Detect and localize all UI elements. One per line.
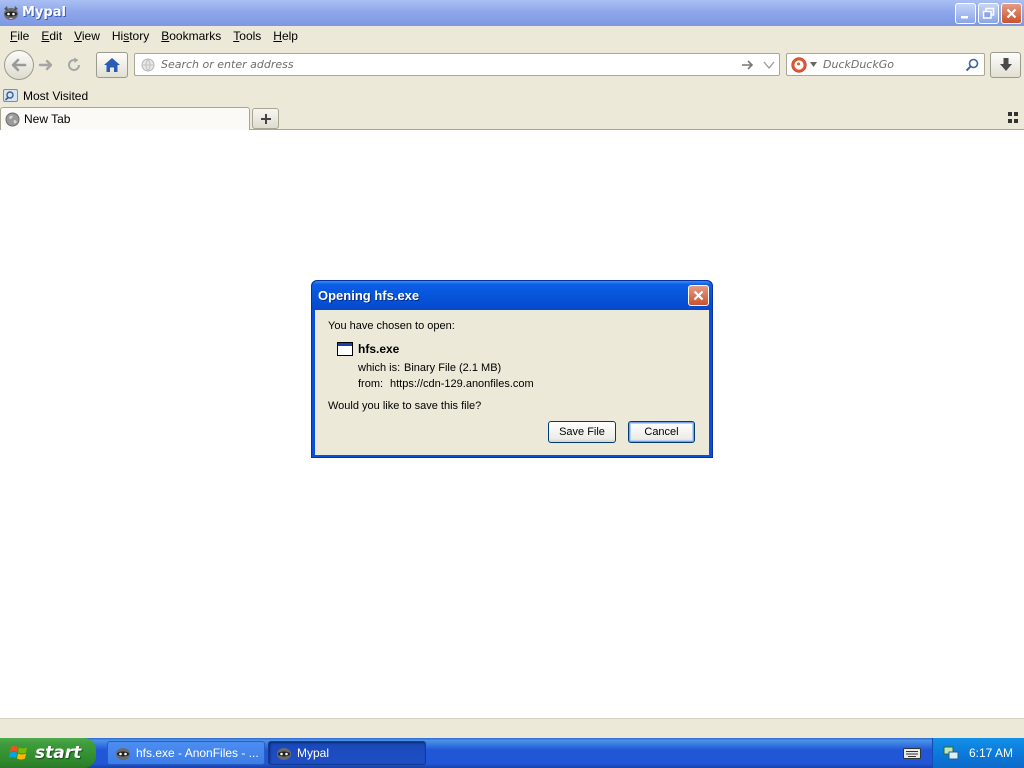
mypal-raccoon-icon xyxy=(277,748,291,760)
search-input[interactable] xyxy=(823,56,961,73)
grid-dot xyxy=(1008,112,1012,116)
dialog-intro: You have chosen to open: xyxy=(328,320,455,332)
menu-tools[interactable]: Tools xyxy=(227,29,267,43)
home-button[interactable] xyxy=(96,52,128,78)
dialog-title: Opening hfs.exe xyxy=(318,288,420,303)
tab-new-tab[interactable]: New Tab xyxy=(0,107,250,130)
network-icon[interactable] xyxy=(943,745,959,761)
taskbar: start hfs.exe - AnonFiles - ... Mypal 6:… xyxy=(0,738,1024,768)
download-dialog: Opening hfs.exe You have chosen to open:… xyxy=(311,280,713,458)
bookmark-label: Most Visited xyxy=(23,88,89,103)
mypal-raccoon-icon xyxy=(116,748,130,760)
menu-history[interactable]: History xyxy=(106,29,155,43)
search-bar[interactable] xyxy=(786,53,985,76)
go-arrow-icon[interactable] xyxy=(741,58,755,72)
new-tab-button[interactable] xyxy=(252,108,279,129)
tab-label: New Tab xyxy=(24,112,71,126)
taskbar-item-label: hfs.exe - AnonFiles - ... xyxy=(136,746,259,760)
file-type-label: which is: xyxy=(358,362,401,374)
reload-button[interactable] xyxy=(64,55,84,75)
bookmarks-toolbar: Most Visited xyxy=(0,84,1024,106)
taskbar-item-mypal[interactable]: Mypal xyxy=(268,741,426,765)
downloads-button[interactable] xyxy=(990,52,1021,78)
file-name: hfs.exe xyxy=(358,342,400,356)
reload-icon xyxy=(68,57,80,71)
duckduckgo-icon[interactable] xyxy=(791,57,807,73)
keyboard-icon[interactable] xyxy=(903,746,921,760)
download-arrow-icon xyxy=(999,58,1012,71)
minimize-button[interactable] xyxy=(955,3,976,24)
dialog-body: You have chosen to open: hfs.exe which i… xyxy=(315,310,709,455)
windows-flag-icon xyxy=(9,746,27,760)
menu-bookmarks[interactable]: Bookmarks xyxy=(155,29,227,43)
back-button[interactable] xyxy=(4,50,34,80)
back-forward-group xyxy=(4,50,60,80)
cancel-button[interactable]: Cancel xyxy=(628,421,695,443)
forward-button[interactable] xyxy=(34,55,58,75)
restore-icon xyxy=(982,7,995,19)
system-tray: 6:17 AM xyxy=(932,738,1024,768)
address-input[interactable] xyxy=(161,56,721,73)
grid-dot xyxy=(1014,119,1018,123)
tab-list-button[interactable] xyxy=(1008,112,1020,124)
menu-bar: File Edit View History Bookmarks Tools H… xyxy=(0,26,1024,46)
clock: 6:17 AM xyxy=(969,746,1014,760)
taskbar-item-anonfiles[interactable]: hfs.exe - AnonFiles - ... xyxy=(107,741,265,765)
file-type-value: Binary File (2.1 MB) xyxy=(404,362,502,374)
restore-button[interactable] xyxy=(978,3,999,24)
forward-arrow-icon xyxy=(38,59,53,71)
back-arrow-icon xyxy=(11,58,27,72)
status-bar xyxy=(0,718,1024,738)
plus-icon xyxy=(260,113,271,124)
menu-view[interactable]: View xyxy=(68,29,106,43)
minimize-icon xyxy=(961,16,968,19)
dialog-close-button[interactable] xyxy=(688,285,709,306)
address-bar[interactable] xyxy=(134,53,780,76)
start-label: start xyxy=(35,743,82,763)
mypal-raccoon-icon xyxy=(4,6,18,20)
most-visited-folder-icon xyxy=(3,89,18,102)
home-icon xyxy=(104,58,120,72)
globe-icon xyxy=(141,58,155,72)
close-icon xyxy=(693,290,704,301)
file-source-value: https://cdn-129.anonfiles.com xyxy=(390,378,534,390)
title-bar: Mypal xyxy=(0,0,1024,26)
executable-file-icon xyxy=(337,342,353,356)
start-button[interactable]: start xyxy=(0,738,96,768)
menu-file[interactable]: File xyxy=(4,29,35,43)
menu-help[interactable]: Help xyxy=(267,29,304,43)
tab-bar: New Tab xyxy=(0,106,1024,130)
grid-dot xyxy=(1008,119,1012,123)
history-dropdown-icon[interactable] xyxy=(763,60,775,70)
close-button[interactable] xyxy=(1001,3,1022,24)
taskbar-item-label: Mypal xyxy=(297,746,330,760)
file-source-label: from: xyxy=(358,378,384,390)
window-title: Mypal xyxy=(22,5,66,20)
close-icon xyxy=(1006,8,1017,19)
dialog-title-bar: Opening hfs.exe xyxy=(312,281,712,310)
save-file-button[interactable]: Save File xyxy=(548,421,616,443)
save-question: Would you like to save this file? xyxy=(328,400,482,412)
bookmark-most-visited[interactable]: Most Visited xyxy=(3,87,88,104)
menu-edit[interactable]: Edit xyxy=(35,29,68,43)
grid-dot xyxy=(1014,112,1018,116)
engine-dropdown-icon[interactable] xyxy=(810,62,817,67)
globe-icon xyxy=(5,112,20,126)
navigation-toolbar xyxy=(0,46,1024,84)
search-icon[interactable] xyxy=(965,58,979,72)
